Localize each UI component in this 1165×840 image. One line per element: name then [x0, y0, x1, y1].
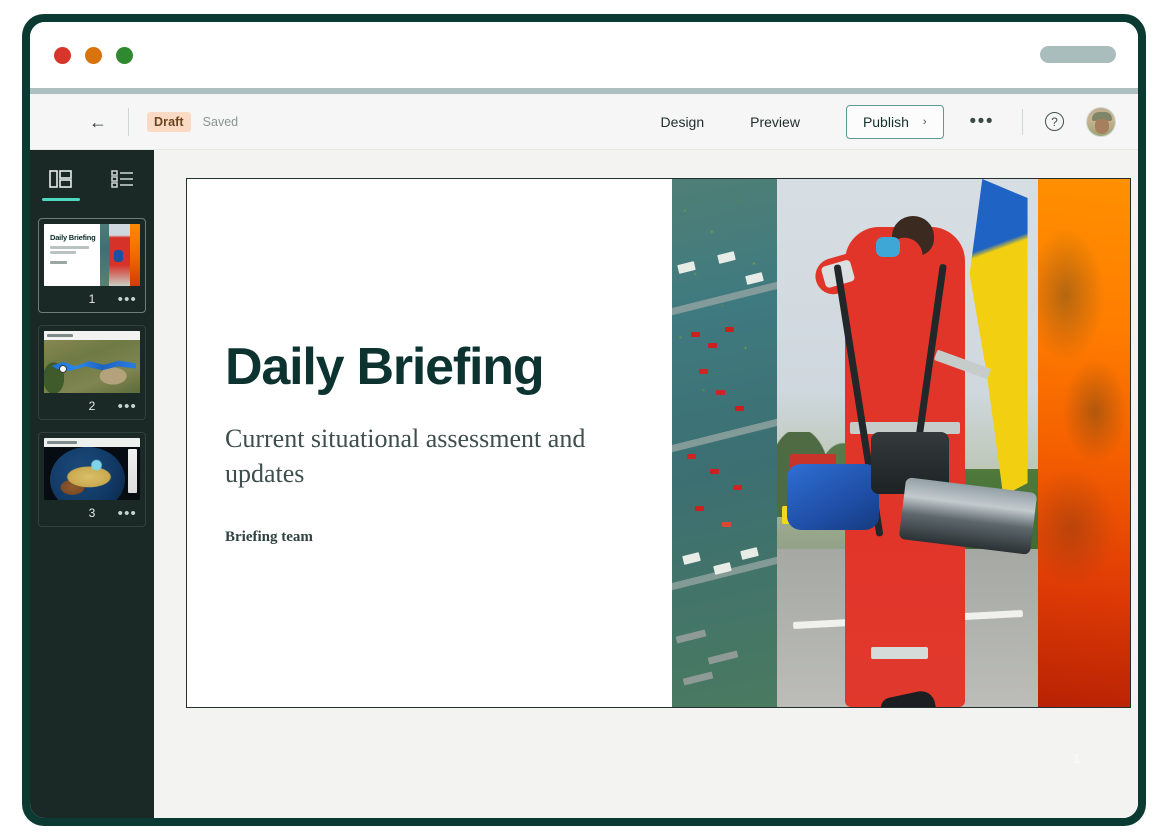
flood-vehicle: [707, 342, 717, 348]
thumb3-legend-panel: [128, 449, 137, 493]
flood-vehicle: [695, 506, 705, 512]
browser-titlebar: [30, 22, 1138, 88]
inactive-tab-underline: [104, 198, 142, 201]
flood-vehicle: [686, 453, 696, 459]
thumb1-subtitle-line2: [50, 251, 76, 254]
paramedic-photo[interactable]: [777, 179, 1038, 707]
slide-number: 3: [88, 506, 96, 520]
thermal-fire-imagery[interactable]: [1038, 179, 1130, 707]
thumb1-title: Daily Briefing: [50, 233, 96, 242]
paramedic-glove: [876, 237, 901, 258]
slide-subtitle[interactable]: Current situational assessment and updat…: [225, 421, 615, 491]
slide-thumbnail-3[interactable]: 3 •••: [38, 432, 146, 527]
maximize-window-button[interactable]: [116, 46, 133, 64]
window-content: ← Draft Saved Design Preview Publish › •…: [30, 22, 1138, 818]
thumb3-globe-image: [44, 438, 140, 500]
browser-window: ← Draft Saved Design Preview Publish › •…: [22, 14, 1146, 826]
thumb1-subtitle-line1: [50, 246, 89, 249]
slide-page-number: 1: [1072, 751, 1080, 766]
thumb2-header-bar: [44, 331, 140, 340]
layout-grid-icon: [49, 170, 72, 188]
thumb3-header-bar: [44, 438, 140, 447]
thumb1-text-area: Daily Briefing: [44, 224, 100, 286]
traffic-light-controls: [54, 46, 133, 64]
slide-thumbnail-2[interactable]: 2 •••: [38, 325, 146, 420]
minimize-window-button[interactable]: [85, 46, 102, 64]
thumb1-flood-image: [99, 224, 110, 286]
sidebar-tab-layout[interactable]: [37, 168, 85, 201]
thumb2-map-image: [44, 331, 140, 393]
outline-list-icon: [111, 170, 133, 188]
slide-thumbnail-1-meta: 1 •••: [44, 286, 140, 312]
slide-menu-button[interactable]: •••: [118, 399, 137, 414]
slide-menu-button[interactable]: •••: [118, 292, 137, 307]
slide-number: 1: [88, 292, 96, 306]
slide-canvas[interactable]: Daily Briefing Current situational asses…: [154, 150, 1138, 818]
blue-medical-bag: [787, 464, 880, 531]
more-options-button[interactable]: •••: [970, 111, 994, 131]
saved-status-label: Saved: [202, 114, 239, 129]
page-title[interactable]: Daily Briefing: [225, 340, 672, 395]
active-tab-underline: [42, 198, 80, 201]
slide-thumbnail-1-preview: Daily Briefing: [44, 224, 140, 286]
address-bar[interactable]: [1040, 46, 1116, 63]
active-slide[interactable]: Daily Briefing Current situational asses…: [186, 178, 1131, 708]
status-badge: Draft: [147, 111, 191, 132]
slide-text-block: Daily Briefing Current situational asses…: [187, 179, 672, 707]
slides-sidebar: Daily Briefing 1 ••• 2 ••• 3 •••: [30, 150, 154, 818]
flood-vehicle: [735, 406, 744, 412]
app-toolbar: ← Draft Saved Design Preview Publish › •…: [30, 94, 1138, 150]
slide-thumbnail-1[interactable]: Daily Briefing 1 •••: [38, 218, 146, 313]
app-body: Daily Briefing 1 ••• 2 ••• 3 ••• Daily B…: [30, 150, 1138, 818]
flood-vehicle: [722, 522, 732, 528]
flood-vehicle: [716, 390, 726, 396]
publish-button-label: Publish: [862, 113, 909, 130]
toolbar-divider-2: [1022, 108, 1023, 135]
slide-image-group: [672, 179, 1130, 707]
slide-thumbnail-2-preview: [44, 331, 140, 393]
sidebar-tab-outline[interactable]: [99, 168, 147, 201]
thumb1-author-line: [50, 261, 67, 264]
avatar[interactable]: [1086, 106, 1116, 137]
reflective-stripe: [870, 647, 929, 660]
flood-vehicle: [732, 485, 742, 491]
tab-design[interactable]: Design: [661, 114, 705, 130]
chevron-right-icon: ›: [922, 115, 927, 128]
help-icon[interactable]: ?: [1045, 112, 1064, 131]
flood-vehicle: [724, 326, 734, 332]
sidebar-tabs: [30, 160, 154, 212]
close-window-button[interactable]: [54, 46, 71, 64]
aerial-flood-photo[interactable]: [672, 179, 777, 707]
slide-menu-button[interactable]: •••: [118, 506, 137, 521]
slide-thumbnail-3-meta: 3 •••: [44, 500, 140, 526]
flood-vehicle: [699, 369, 709, 375]
thumb1-medic-image: [109, 224, 131, 286]
back-button[interactable]: ←: [86, 113, 110, 131]
slide-thumbnail-list: Daily Briefing 1 ••• 2 ••• 3 •••: [30, 212, 154, 527]
slide-thumbnail-2-meta: 2 •••: [44, 393, 140, 419]
helicopter-tail: [969, 179, 1028, 496]
thumb1-fire-image: [130, 224, 140, 286]
tab-preview[interactable]: Preview: [750, 114, 800, 130]
slide-author[interactable]: Briefing team: [225, 529, 672, 546]
publish-button[interactable]: Publish ›: [845, 104, 944, 139]
toolbar-divider: [128, 107, 129, 136]
flood-vehicle: [690, 332, 700, 338]
slide-thumbnail-3-preview: [44, 438, 140, 500]
flood-vehicle: [709, 469, 719, 475]
slide-number: 2: [88, 399, 96, 413]
